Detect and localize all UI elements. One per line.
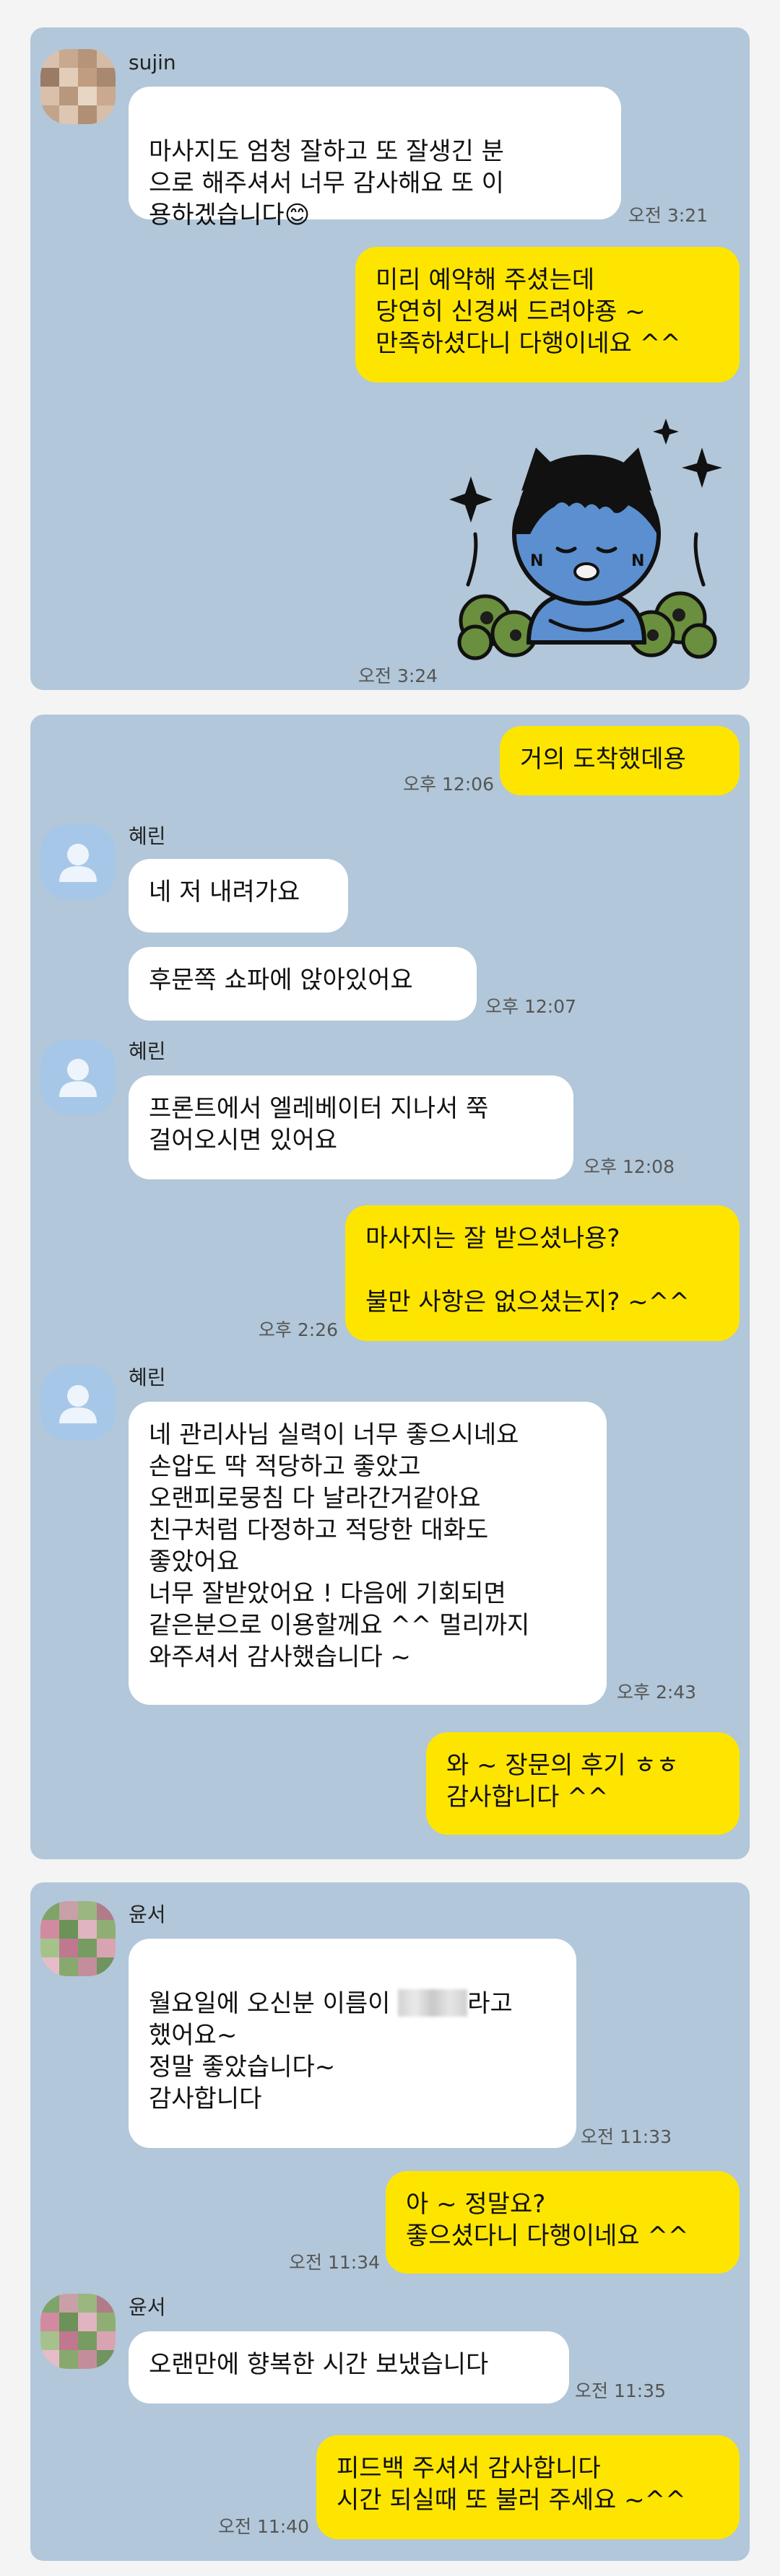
message-time: 오전 11:35 [575,2380,666,2401]
outgoing-message[interactable]: 미리 예약해 주셨는데 당연히 신경써 드려야죵 ~ 만족하셨다니 다행이네요 … [355,247,740,383]
message-time: 오후 2:26 [258,1319,338,1340]
message-time: 오후 12:06 [403,774,494,795]
incoming-message[interactable]: 프론트에서 엘레베이터 지나서 쭉 걸어오시면 있어요 [129,1075,573,1179]
outgoing-message[interactable]: 와 ~ 장문의 후기 ㅎㅎ 감사합니다 ^^ [426,1732,740,1835]
svg-text:N: N [530,552,543,570]
message-time: 오후 12:07 [485,996,576,1017]
message-time: 오전 3:24 [358,665,438,686]
sender-name: 혜린 [129,1039,166,1063]
outgoing-message[interactable]: 마사지는 잘 받으셨나용? 불만 사항은 없으셨는지? ~^^ [345,1205,740,1341]
svg-text:N: N [631,552,644,570]
message-text: 월요일에 오신분 이름이 [149,1989,399,2018]
outgoing-message[interactable]: 아 ~ 정말요? 좋으셨다니 다행이네요 ^^ [386,2171,740,2274]
default-person-icon [59,1059,97,1097]
outgoing-message[interactable]: 거의 도착했데용 [500,726,740,795]
sender-avatar-hyerin[interactable] [40,824,116,899]
sender-avatar-hyerin[interactable] [40,1366,116,1441]
chat-screenshot-3: 윤서 월요일에 오신분 이름이 라고 했어요~ 정말 좋았습니다~ 감사합니다 … [30,1882,750,2561]
chat-screenshot-2: 거의 도착했데용 오후 12:06 혜린 네 저 내려가요 후문쪽 쇼파에 앉아… [30,715,750,1859]
incoming-message[interactable]: 마사지도 엄청 잘하고 또 잘생긴 분 으로 해주셔서 너무 감사해요 또 이 … [129,87,621,230]
sender-avatar-yunseo[interactable] [40,1901,116,1976]
chat-screenshot-1: sujin 마사지도 엄청 잘하고 또 잘생긴 분 으로 해주셔서 너무 감사해… [30,27,750,690]
incoming-message[interactable]: 네 관리사님 실력이 너무 좋으시네요 손압도 딱 적당하고 좋았고 오랜피로뭉… [129,1402,607,1705]
redacted-name [398,1989,468,2017]
character-sticker-icon[interactable]: N N [449,404,724,664]
sender-name: 윤서 [129,1903,166,1926]
message-time: 오전 11:34 [289,2252,380,2273]
incoming-message[interactable]: 네 저 내려가요 [129,859,348,933]
sender-name: 혜린 [129,824,166,848]
incoming-message[interactable]: 후문쪽 쇼파에 앉아있어요 [129,947,477,1021]
message-text: 마사지도 엄청 잘하고 또 잘생긴 분 으로 해주셔서 너무 감사해요 또 이 … [149,137,504,230]
sender-avatar-sujin[interactable] [40,49,116,124]
sender-avatar-hyerin[interactable] [40,1039,116,1114]
message-time: 오전 11:40 [218,2516,309,2537]
message-time: 오전 3:21 [628,205,708,226]
message-time: 오전 11:33 [581,2126,672,2147]
default-person-icon [59,844,97,882]
sender-name: 윤서 [129,2295,166,2319]
sender-name: 혜린 [129,1366,166,1389]
message-time: 오후 12:08 [584,1156,675,1177]
outgoing-message[interactable]: 피드백 주셔서 감사합니다 시간 되실때 또 불러 주세요 ~^^ [316,2435,740,2539]
smile-emoji-icon: 😊 [284,201,311,230]
sender-name: sujin [129,51,176,74]
incoming-message[interactable]: 월요일에 오신분 이름이 라고 했어요~ 정말 좋았습니다~ 감사합니다 [129,1939,576,2148]
default-person-icon [59,1385,97,1423]
sender-avatar-yunseo[interactable] [40,2294,116,2369]
message-time: 오후 2:43 [617,1682,697,1703]
incoming-message[interactable]: 오랜만에 향복한 시간 보냈습니다 [129,2331,569,2403]
